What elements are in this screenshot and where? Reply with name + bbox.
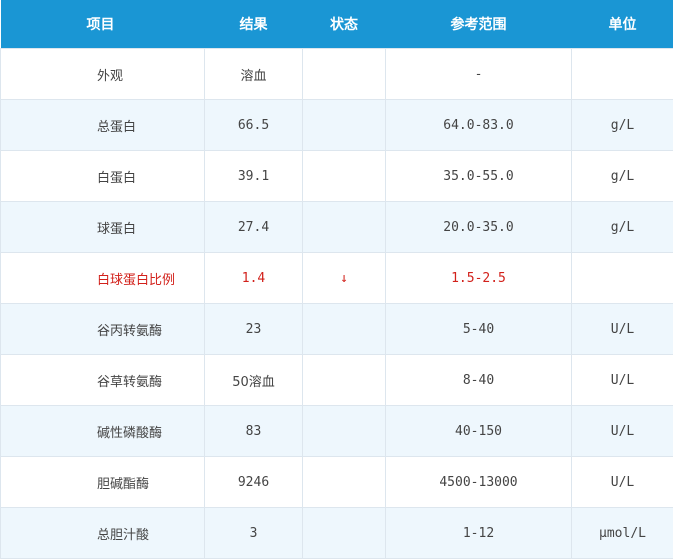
row-item: 白蛋白: [0, 150, 205, 202]
table-row: 外观 溶血 -: [0, 48, 673, 100]
table-row: 总蛋白 66.5 64.0-83.0 g/L: [0, 99, 673, 151]
table-row: 谷草转氨酶 50溶血 8-40 U/L: [0, 354, 673, 406]
header-unit: 单位: [571, 0, 673, 49]
row-status: [302, 201, 386, 253]
row-reference: 4500-13000: [385, 456, 572, 508]
row-unit: U/L: [571, 303, 673, 355]
table-row: 胆碱酯酶 9246 4500-13000 U/L: [0, 456, 673, 508]
header-item: 项目: [0, 0, 205, 49]
row-result: 1.4: [204, 252, 303, 304]
row-item: 球蛋白: [0, 201, 205, 253]
row-item: 胆碱酯酶: [0, 456, 205, 508]
row-item: 谷草转氨酶: [0, 354, 205, 406]
header-reference: 参考范围: [385, 0, 572, 49]
table-row-abnormal: 白球蛋白比例 1.4 ↓ 1.5-2.5: [0, 252, 673, 304]
row-unit: g/L: [571, 201, 673, 253]
row-unit: μmol/L: [571, 507, 673, 559]
row-result: 83: [204, 405, 303, 457]
row-item: 总胆汁酸: [0, 507, 205, 559]
header-status: 状态: [302, 0, 386, 49]
row-item: 碱性磷酸酶: [0, 405, 205, 457]
row-status: [302, 456, 386, 508]
table-header-row: 项目 结果 状态 参考范围 单位: [0, 0, 673, 49]
row-unit: U/L: [571, 405, 673, 457]
row-reference: 8-40: [385, 354, 572, 406]
row-unit: [571, 252, 673, 304]
row-reference: 64.0-83.0: [385, 99, 572, 151]
row-reference: 35.0-55.0: [385, 150, 572, 202]
row-item: 总蛋白: [0, 99, 205, 151]
row-status: [302, 303, 386, 355]
row-result: 39.1: [204, 150, 303, 202]
row-result: 27.4: [204, 201, 303, 253]
row-status: [302, 150, 386, 202]
row-result: 66.5: [204, 99, 303, 151]
row-result: 23: [204, 303, 303, 355]
row-item: 谷丙转氨酶: [0, 303, 205, 355]
table-row: 球蛋白 27.4 20.0-35.0 g/L: [0, 201, 673, 253]
table-row: 总胆汁酸 3 1-12 μmol/L: [0, 507, 673, 559]
table-row: 谷丙转氨酶 23 5-40 U/L: [0, 303, 673, 355]
row-unit: U/L: [571, 456, 673, 508]
row-item: 白球蛋白比例: [0, 252, 205, 304]
lab-results-table: 项目 结果 状态 参考范围 单位 外观 溶血 - 总蛋白 66.5 64.0-8…: [0, 0, 673, 559]
row-status: [302, 405, 386, 457]
row-unit: U/L: [571, 354, 673, 406]
row-reference: 1.5-2.5: [385, 252, 572, 304]
table-row: 白蛋白 39.1 35.0-55.0 g/L: [0, 150, 673, 202]
row-status: [302, 99, 386, 151]
row-result: 50溶血: [204, 354, 303, 406]
row-reference: -: [385, 48, 572, 100]
down-arrow-icon: ↓: [302, 252, 386, 304]
header-result: 结果: [204, 0, 303, 49]
row-reference: 40-150: [385, 405, 572, 457]
row-result: 溶血: [204, 48, 303, 100]
row-reference: 1-12: [385, 507, 572, 559]
row-status: [302, 354, 386, 406]
row-unit: [571, 48, 673, 100]
row-result: 9246: [204, 456, 303, 508]
row-reference: 20.0-35.0: [385, 201, 572, 253]
row-status: [302, 507, 386, 559]
row-unit: g/L: [571, 150, 673, 202]
row-reference: 5-40: [385, 303, 572, 355]
row-item: 外观: [0, 48, 205, 100]
table-row: 碱性磷酸酶 83 40-150 U/L: [0, 405, 673, 457]
row-unit: g/L: [571, 99, 673, 151]
row-result: 3: [204, 507, 303, 559]
row-status: [302, 48, 386, 100]
